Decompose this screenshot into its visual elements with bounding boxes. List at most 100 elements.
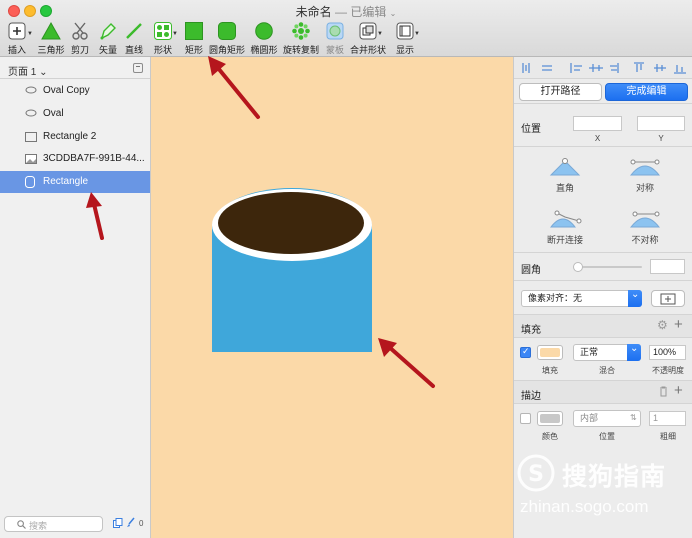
chevron-down-icon bbox=[628, 287, 642, 307]
insert-button[interactable]: ▼ 插入 bbox=[2, 20, 33, 56]
pixel-align-select[interactable]: 像素对齐：无 bbox=[521, 287, 642, 307]
up-down-icon bbox=[627, 410, 641, 427]
oval-icon bbox=[255, 22, 273, 40]
border-title: 描边 bbox=[521, 391, 541, 402]
shape-tool-button[interactable]: ▼ 形状 bbox=[148, 20, 178, 56]
view-icon bbox=[396, 22, 414, 40]
view-button[interactable]: ▼ 显示 bbox=[390, 20, 420, 56]
oval-icon bbox=[25, 109, 37, 117]
vertex-asymmetric-button[interactable]: 不对称 bbox=[615, 207, 675, 245]
pixel-fit-icon bbox=[660, 293, 676, 305]
insert-label: 插入 bbox=[7, 45, 26, 55]
shapes-grid-icon bbox=[154, 22, 172, 40]
rounded-rectangle-tool-button[interactable]: 圆角矩形 bbox=[206, 20, 248, 56]
layer-name: Rectangle bbox=[43, 176, 89, 187]
border-width-input[interactable]: 1 bbox=[649, 411, 686, 426]
position-x-input[interactable] bbox=[573, 116, 622, 131]
rotate-copies-button[interactable]: 旋转复制 bbox=[281, 20, 321, 56]
position-y-input[interactable] bbox=[637, 116, 685, 131]
layer-item[interactable]: Rectangle 2 bbox=[0, 126, 150, 148]
border-color-swatch[interactable] bbox=[537, 411, 563, 426]
view-label: 显示 bbox=[395, 45, 414, 55]
corner-radius-slider-knob[interactable] bbox=[573, 262, 583, 272]
layer-name: Oval bbox=[43, 108, 64, 119]
fill-header: 填充 ⚙ + bbox=[514, 315, 692, 338]
svg-text:S: S bbox=[528, 462, 544, 487]
oval-shape[interactable] bbox=[218, 192, 364, 254]
scissors-tool-button[interactable]: 剪刀 bbox=[66, 20, 94, 56]
triangle-tool-button[interactable]: 三角形 bbox=[36, 20, 66, 56]
disconnected-vertex-icon bbox=[549, 210, 582, 228]
rounded-rect-icon bbox=[25, 176, 35, 188]
rectangle-icon bbox=[185, 22, 203, 40]
layer-item[interactable]: Oval Copy bbox=[0, 80, 150, 102]
inspector-panel: 打开路径 完成编辑 位置 X Y 直角 对称 断开连接 不对称 圆角 像素对齐：… bbox=[513, 57, 692, 538]
layer-item[interactable]: 3CDDBA7F-991B-44... bbox=[0, 148, 150, 170]
oval-tool-button[interactable]: 椭圆形 bbox=[248, 20, 280, 56]
rotate-copies-label: 旋转复制 bbox=[282, 45, 319, 55]
document-name: 未命名 bbox=[295, 5, 332, 19]
straight-caption: 直角 bbox=[555, 183, 574, 193]
finish-editing-button[interactable]: 完成编辑 bbox=[605, 83, 688, 101]
combine-shapes-button[interactable]: ▼ 合并形状 bbox=[349, 20, 387, 56]
collapse-pages-icon[interactable] bbox=[133, 63, 143, 73]
border-header: 描边 + bbox=[514, 381, 692, 404]
copy-icon[interactable] bbox=[113, 518, 123, 528]
rectangle-icon bbox=[25, 132, 37, 142]
vertex-mirrored-button[interactable]: 对称 bbox=[615, 155, 675, 193]
border-enabled-checkbox[interactable] bbox=[520, 413, 531, 424]
add-border-icon[interactable]: + bbox=[674, 382, 683, 399]
brush-icon[interactable] bbox=[126, 517, 135, 528]
open-path-button[interactable]: 打开路径 bbox=[519, 83, 602, 101]
layer-item-selected[interactable]: Rectangle bbox=[0, 171, 150, 193]
pixel-fit-button[interactable] bbox=[651, 290, 685, 307]
add-fill-icon[interactable]: + bbox=[674, 316, 683, 333]
corner-radius-input[interactable] bbox=[650, 259, 685, 274]
opacity-caption: 不透明度 bbox=[652, 366, 684, 375]
fill-row: 正常 100% 填充 混合 不透明度 bbox=[514, 338, 692, 381]
disconnected-caption: 断开连接 bbox=[546, 235, 583, 245]
layer-name: Oval Copy bbox=[43, 85, 90, 96]
pen-icon bbox=[100, 23, 116, 40]
border-position-caption: 位置 bbox=[599, 432, 615, 441]
rounded-rectangle-label: 圆角矩形 bbox=[208, 45, 245, 55]
fill-opacity-input[interactable]: 100% bbox=[649, 345, 686, 360]
rounded-rectangle-icon bbox=[218, 22, 236, 40]
line-label: 直线 bbox=[124, 45, 143, 55]
layer-item[interactable]: Oval bbox=[0, 103, 150, 125]
triangle-label: 三角形 bbox=[37, 45, 65, 55]
path-edit-row: 打开路径 完成编辑 bbox=[514, 79, 692, 104]
page-selector[interactable]: 页面 1 ⌄ bbox=[0, 57, 150, 79]
line-tool-button[interactable]: 直线 bbox=[120, 20, 148, 56]
search-icon bbox=[17, 520, 26, 529]
trash-icon[interactable] bbox=[659, 386, 668, 397]
gear-icon[interactable]: ⚙ bbox=[657, 318, 668, 332]
y-caption: Y bbox=[658, 134, 664, 143]
fill-color-swatch[interactable] bbox=[537, 345, 563, 360]
mask-label: 蒙板 bbox=[325, 45, 344, 55]
border-color-caption: 颜色 bbox=[542, 432, 558, 441]
design-canvas[interactable] bbox=[151, 57, 513, 538]
border-position-select[interactable]: 内部 bbox=[573, 410, 641, 427]
slice-count: 0 bbox=[139, 519, 144, 528]
chevron-down-icon[interactable]: ⌄ bbox=[390, 9, 397, 18]
mask-button[interactable]: 蒙板 bbox=[322, 20, 348, 56]
canvas-artwork bbox=[212, 188, 372, 352]
fill-enabled-checkbox[interactable] bbox=[520, 346, 531, 358]
oval-label: 椭圆形 bbox=[250, 45, 278, 55]
blend-mode-select[interactable]: 正常 bbox=[573, 341, 641, 361]
corner-radius-section: 圆角 bbox=[514, 253, 692, 281]
alignment-icons bbox=[522, 62, 686, 74]
shape-label: 形状 bbox=[153, 45, 172, 55]
vertex-disconnected-button[interactable]: 断开连接 bbox=[535, 207, 595, 245]
rectangle-tool-button[interactable]: 矩形 bbox=[180, 20, 208, 56]
border-position-value: 内部 bbox=[580, 413, 599, 423]
alignment-toolbar bbox=[514, 57, 692, 79]
chevron-down-icon bbox=[627, 341, 641, 361]
corner-radius-slider[interactable] bbox=[574, 266, 642, 268]
vector-tool-button[interactable]: 矢量 bbox=[94, 20, 122, 56]
layer-search-input[interactable]: 搜索 bbox=[4, 516, 103, 532]
vertex-straight-button[interactable]: 直角 bbox=[535, 155, 595, 193]
triangle-icon bbox=[41, 22, 61, 40]
watermark-title: 搜狗指南 bbox=[562, 463, 667, 491]
